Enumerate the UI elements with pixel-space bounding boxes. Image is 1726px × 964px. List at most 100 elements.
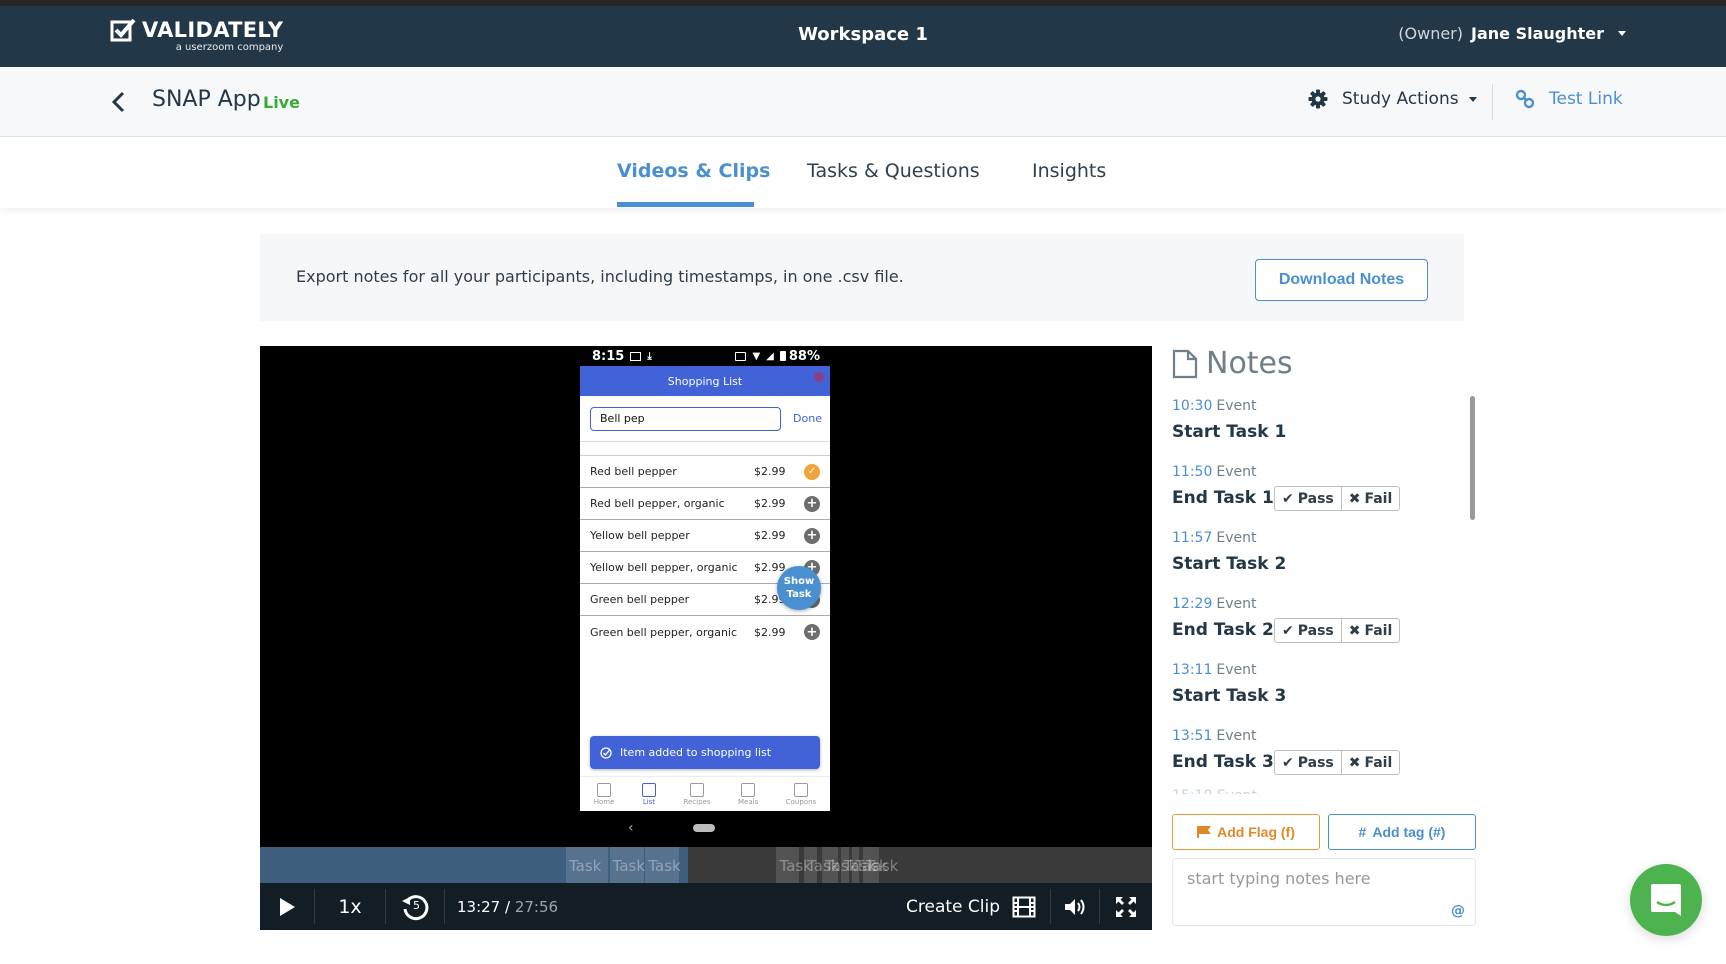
note-timestamp[interactable]: 12:29 (1172, 596, 1212, 612)
add-flag-button[interactable]: Add Flag (f) (1172, 814, 1320, 850)
note-text: End Task 2 (1172, 620, 1274, 640)
rewind-5-button[interactable]: 5 (386, 889, 444, 924)
note-tag-actions: Add Flag (f) # Add tag (#) (1172, 814, 1476, 850)
task-segment[interactable] (645, 847, 680, 883)
playback-speed-button[interactable]: 1x (315, 889, 385, 924)
mention-button[interactable]: @ (1451, 903, 1465, 919)
note-timestamp[interactable]: 13:11 (1172, 662, 1212, 678)
time-display: 13:27 / 27:56 (445, 898, 558, 916)
film-icon (1012, 896, 1036, 917)
task-segment[interactable] (804, 847, 817, 883)
show-task-button[interactable]: Show Task (777, 566, 821, 610)
validately-logo[interactable]: VALIDATELY a userzoom company (110, 18, 283, 53)
note-item: 11:57 Event Start Task 2 (1172, 530, 1462, 596)
checkmark-icon: ✓ (804, 463, 820, 480)
list-spacer (580, 442, 830, 456)
note-timestamp[interactable]: 13:51 (1172, 728, 1212, 744)
pass-fail-group: ✔ Pass ✖ Fail (1274, 618, 1401, 643)
pass-button[interactable]: ✔ Pass (1275, 487, 1341, 510)
add-tag-button[interactable]: # Add tag (#) (1328, 814, 1476, 850)
plus-icon: + (804, 527, 820, 544)
study-header: SNAP App Live Study Actions Test Link (0, 67, 1726, 137)
note-text: Start Task 2 (1172, 554, 1287, 574)
note-timestamp[interactable]: 10:30 (1172, 398, 1212, 414)
pass-button[interactable]: ✔ Pass (1275, 619, 1341, 642)
task-segment[interactable] (862, 847, 880, 883)
workspace-name[interactable]: Workspace 1 (798, 24, 928, 45)
note-meta: 12:29 Event (1172, 596, 1256, 612)
task-segment[interactable] (840, 847, 849, 883)
create-clip-button[interactable]: Create Clip (906, 889, 1050, 924)
task-segment[interactable] (776, 847, 799, 883)
fail-button[interactable]: ✖ Fail (1340, 487, 1400, 510)
fail-label: Fail (1364, 754, 1393, 771)
note-meta: 13:51 Event (1172, 728, 1256, 744)
chat-launcher-button[interactable] (1630, 864, 1702, 936)
app-search-input: Bell pep (590, 406, 782, 431)
item-name: Red bell pepper (590, 465, 677, 478)
chat-bubble-icon (1651, 884, 1681, 916)
note-timestamp[interactable]: 11:50 (1172, 464, 1212, 480)
app-nav-home: Home (594, 782, 614, 806)
pass-label: Pass (1297, 754, 1334, 771)
app-list-item: Yellow bell pepper $2.99 + (580, 520, 830, 552)
app-done-link: Done (793, 412, 822, 425)
show-task-label-1: Show (783, 576, 815, 587)
android-nav-bar: ‹ (580, 816, 830, 846)
play-button[interactable] (260, 889, 314, 924)
task-segment[interactable] (609, 847, 644, 883)
logo-subtitle: a userzoom company (175, 42, 284, 53)
volume-icon (1065, 898, 1085, 915)
notes-panel: Notes 10:30 Event Start Task 1 11:50 Event En… (1172, 346, 1477, 936)
note-text: End Task 3 (1172, 752, 1274, 772)
user-menu[interactable]: (Owner) Jane Slaughter (1398, 24, 1626, 43)
task-segment[interactable] (852, 847, 860, 883)
export-notes-banner: Export notes for all your participants, … (260, 234, 1464, 321)
tab-videos-clips[interactable]: Videos & Clips (617, 160, 770, 182)
note-text: Start Task 3 (1172, 686, 1287, 706)
notes-header: Notes (1172, 346, 1293, 381)
download-notes-button[interactable]: Download Notes (1255, 259, 1428, 301)
task-segment[interactable] (565, 847, 608, 883)
video-player[interactable]: 8:15 ⤓ ▼ ◢ 88% Shopping List Bell pep Do… (260, 346, 1152, 930)
video-timeline[interactable]: Task Task Task Task Task Task Task Task Task (260, 847, 1152, 883)
item-price: $2.99 (754, 497, 786, 510)
study-actions-label: Study Actions (1342, 89, 1459, 109)
test-link-button[interactable]: Test Link (1515, 89, 1623, 109)
note-type: Event (1216, 464, 1257, 480)
back-chevron-icon[interactable] (108, 89, 130, 115)
note-item: 12:29 Event End Task 2 ✔ Pass ✖ Fail (1172, 596, 1462, 662)
notes-scrollbar[interactable] (1470, 396, 1475, 520)
nav-label: Recipes (683, 797, 711, 806)
app-toast: Item added to shopping list (590, 736, 820, 769)
note-meta: 10:30 Event (1172, 398, 1256, 414)
item-name: Green bell pepper, organic (590, 625, 738, 639)
fail-button[interactable]: ✖ Fail (1340, 619, 1400, 642)
tab-insights[interactable]: Insights (1032, 160, 1106, 182)
pass-label: Pass (1297, 490, 1334, 507)
study-actions-dropdown[interactable]: Study Actions (1308, 89, 1477, 109)
active-tab-indicator (617, 202, 754, 207)
current-time: 13:27 (457, 897, 501, 916)
note-text: Start Task 1 (1172, 422, 1287, 442)
note-item: 10:30 Event Start Task 1 (1172, 398, 1462, 464)
volume-button[interactable] (1051, 889, 1099, 924)
fullscreen-button[interactable] (1100, 889, 1152, 924)
user-role: (Owner) (1398, 24, 1463, 43)
note-type: Event (1216, 662, 1257, 678)
notes-title: Notes (1206, 346, 1293, 381)
phone-clock: 8:15 (592, 348, 625, 364)
nav-label: Meals (738, 797, 759, 806)
pass-button[interactable]: ✔ Pass (1275, 751, 1341, 774)
download-icon: ⤓ (647, 350, 652, 362)
status-badge: Live (263, 93, 300, 112)
note-timestamp[interactable]: 11:57 (1172, 530, 1212, 546)
fail-button[interactable]: ✖ Fail (1340, 751, 1400, 774)
app-nav-meals: Meals (738, 782, 759, 806)
note-item: 13:51 Event End Task 3 ✔ Pass ✖ Fail (1172, 728, 1462, 786)
recipes-icon (689, 782, 704, 797)
tab-tasks-questions[interactable]: Tasks & Questions (807, 160, 980, 182)
note-input[interactable] (1173, 859, 1475, 925)
task-segment[interactable] (821, 847, 838, 883)
battery-level: 88% (788, 348, 820, 364)
